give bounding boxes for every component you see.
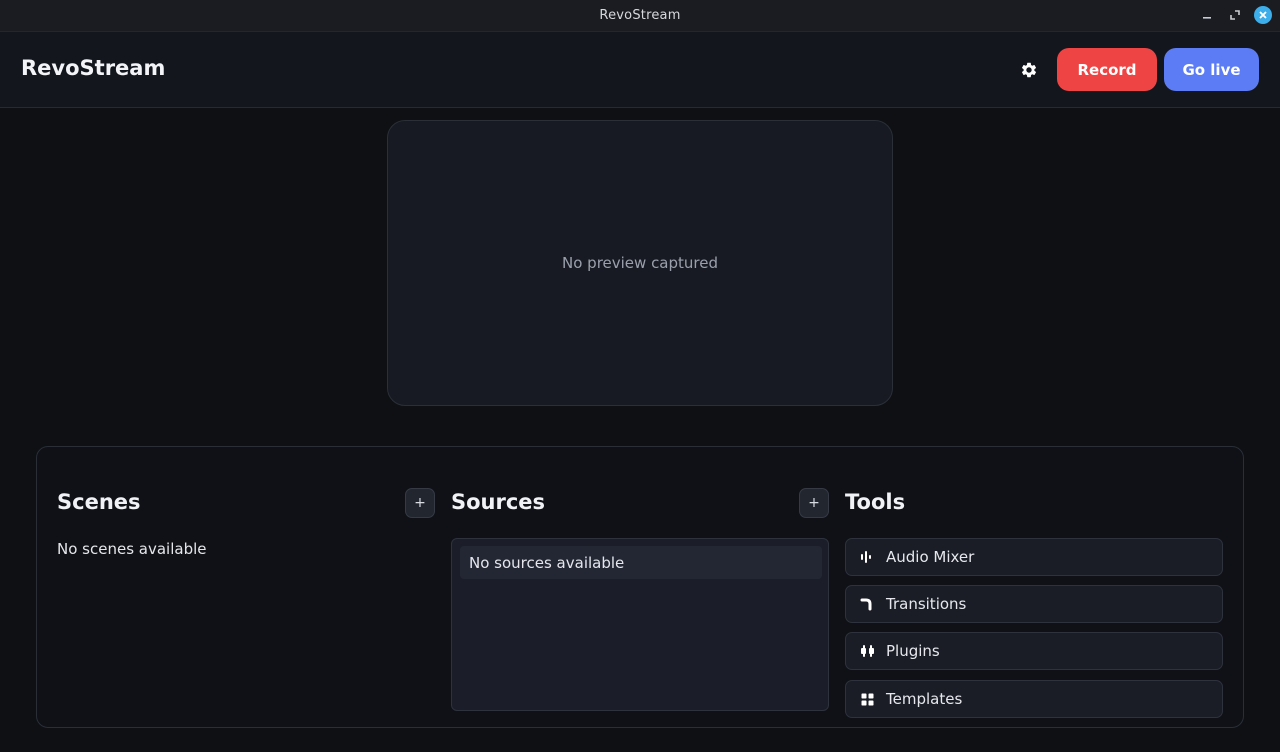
sources-list[interactable]: No sources available	[451, 538, 829, 711]
tool-label: Plugins	[886, 642, 940, 660]
scenes-empty-text: No scenes available	[57, 540, 207, 558]
window-titlebar: RevoStream	[0, 0, 1280, 32]
transitions-icon	[859, 596, 875, 612]
minimize-icon[interactable]	[1198, 6, 1216, 24]
tools-title: Tools	[845, 490, 906, 514]
tool-plugins[interactable]: Plugins	[845, 632, 1223, 670]
app-name: RevoStream	[21, 56, 166, 80]
tool-label: Audio Mixer	[886, 548, 975, 566]
go-live-button[interactable]: Go live	[1164, 48, 1259, 91]
app-header: RevoStream Record Go live	[0, 32, 1280, 108]
tool-label: Transitions	[886, 595, 967, 613]
add-scene-button[interactable]: +	[405, 488, 435, 518]
sources-title: Sources	[451, 490, 546, 514]
add-source-button[interactable]: +	[799, 488, 829, 518]
sources-empty-item: No sources available	[460, 546, 822, 579]
templates-icon	[859, 691, 875, 707]
audio-mixer-icon	[859, 549, 875, 565]
close-icon[interactable]	[1254, 6, 1272, 24]
gear-icon[interactable]	[1017, 58, 1041, 82]
window-title: RevoStream	[599, 8, 681, 23]
plugins-icon	[859, 643, 875, 659]
tool-transitions[interactable]: Transitions	[845, 585, 1223, 623]
tool-audio-mixer[interactable]: Audio Mixer	[845, 538, 1223, 576]
preview-empty-text: No preview captured	[562, 254, 718, 272]
tool-templates[interactable]: Templates	[845, 680, 1223, 718]
restore-icon[interactable]	[1226, 6, 1244, 24]
record-button[interactable]: Record	[1057, 48, 1157, 91]
preview-area: No preview captured	[387, 120, 893, 406]
tool-label: Templates	[886, 690, 963, 708]
scenes-title: Scenes	[57, 490, 141, 514]
window-controls	[1198, 6, 1272, 24]
